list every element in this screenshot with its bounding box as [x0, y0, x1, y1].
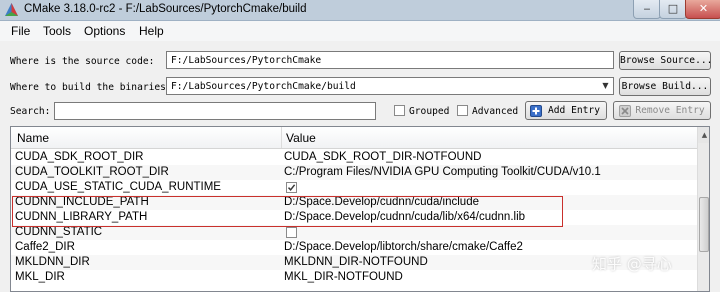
grouped-checkbox[interactable]	[394, 105, 405, 116]
highlight-box	[12, 196, 563, 227]
build-value: F:/LabSources/PytorchCmake/build	[171, 81, 356, 92]
column-divider[interactable]	[281, 127, 282, 148]
grouped-label: Grouped	[409, 106, 450, 117]
menu-bar: File Tools Options Help	[0, 21, 720, 41]
maximize-icon: □	[667, 2, 679, 15]
search-input[interactable]	[54, 102, 376, 120]
window-title: CMake 3.18.0-rc2 - F:/LabSources/Pytorch…	[24, 3, 307, 15]
browse-source-button[interactable]: Browse Source...	[619, 51, 713, 70]
source-input[interactable]: F:/LabSources/PytorchCmake	[166, 51, 614, 69]
maximize-button[interactable]: □	[659, 0, 687, 19]
row-name: CUDNN_STATIC	[15, 226, 103, 238]
menu-help[interactable]: Help	[139, 24, 164, 38]
search-label: Search:	[10, 106, 51, 117]
row-name: CUDA_USE_STATIC_CUDA_RUNTIME	[15, 181, 221, 193]
column-value-header[interactable]: Value	[286, 131, 316, 145]
remove-entry-label: Remove Entry	[635, 105, 705, 116]
add-entry-button[interactable]: Add Entry	[525, 101, 607, 120]
scroll-up-icon[interactable]: ▲	[698, 127, 709, 143]
row-value[interactable]: D:/Space.Develop/libtorch/share/cmake/Ca…	[284, 241, 523, 253]
menu-file[interactable]: File	[11, 24, 30, 38]
menu-tools[interactable]: Tools	[43, 24, 71, 38]
minimize-button[interactable]: ‒	[633, 0, 661, 19]
row-checkbox-checked[interactable]	[286, 182, 297, 193]
scrollbar-thumb[interactable]	[699, 197, 709, 252]
table-row[interactable]: CUDNN_STATIC	[11, 225, 697, 240]
menu-options[interactable]: Options	[84, 24, 125, 38]
source-label: Where is the source code:	[10, 56, 155, 67]
vertical-scrollbar[interactable]: ▲	[697, 127, 709, 291]
advanced-checkbox[interactable]	[457, 105, 468, 116]
row-name: Caffe2_DIR	[15, 241, 75, 253]
chevron-down-icon[interactable]: ▼	[600, 80, 611, 92]
table-row[interactable]: CUDA_SDK_ROOT_DIR CUDA_SDK_ROOT_DIR-NOTF…	[11, 150, 697, 165]
row-value[interactable]: CUDA_SDK_ROOT_DIR-NOTFOUND	[284, 151, 481, 163]
table-row[interactable]: CUDA_TOOLKIT_ROOT_DIR C:/Program Files/N…	[11, 165, 697, 180]
plus-icon	[530, 105, 542, 117]
cmake-logo-icon	[5, 3, 18, 16]
source-value: F:/LabSources/PytorchCmake	[171, 55, 322, 66]
checkmark-icon	[287, 184, 296, 191]
minimize-icon: ‒	[643, 2, 651, 15]
row-value[interactable]: MKLDNN_DIR-NOTFOUND	[284, 256, 428, 268]
title-bar[interactable]: CMake 3.18.0-rc2 - F:/LabSources/Pytorch…	[0, 0, 720, 21]
remove-entry-button[interactable]: Remove Entry	[613, 101, 711, 120]
advanced-label: Advanced	[472, 106, 519, 117]
row-name: CUDA_TOOLKIT_ROOT_DIR	[15, 166, 169, 178]
row-name: MKLDNN_DIR	[15, 256, 90, 268]
column-name-header[interactable]: Name	[17, 131, 49, 145]
browse-build-label: Browse Build...	[621, 81, 709, 92]
close-icon: ✕	[698, 2, 709, 15]
row-checkbox-unchecked[interactable]	[286, 227, 297, 238]
browse-build-button[interactable]: Browse Build...	[619, 77, 711, 96]
close-button[interactable]: ✕	[685, 0, 720, 19]
row-value[interactable]: C:/Program Files/NVIDIA GPU Computing To…	[284, 166, 601, 178]
add-entry-label: Add Entry	[548, 105, 600, 116]
table-header: Name Value	[11, 127, 697, 149]
row-value[interactable]: MKL_DIR-NOTFOUND	[284, 271, 403, 283]
build-dropdown[interactable]: F:/LabSources/PytorchCmake/build ▼	[166, 77, 614, 95]
table-row[interactable]: CUDA_USE_STATIC_CUDA_RUNTIME	[11, 180, 697, 195]
build-label: Where to build the binaries:	[10, 82, 172, 93]
row-name: MKL_DIR	[15, 271, 65, 283]
watermark: 知乎 @寻心	[592, 255, 672, 273]
row-name: CUDA_SDK_ROOT_DIR	[15, 151, 144, 163]
browse-source-label: Browse Source...	[620, 55, 713, 66]
